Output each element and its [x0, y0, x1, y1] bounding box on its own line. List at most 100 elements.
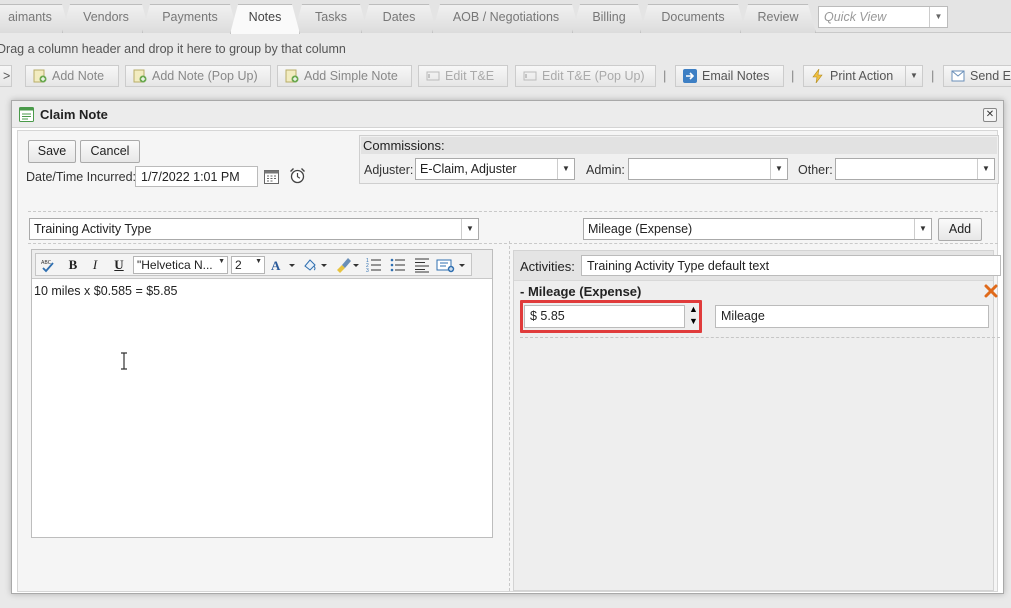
tab-payments[interactable]: Payments — [142, 4, 238, 33]
email-notes-button[interactable]: Email Notes — [675, 65, 784, 87]
align-left-icon[interactable] — [414, 257, 430, 273]
datetime-label: Date/Time Incurred: — [26, 170, 136, 184]
quick-view-placeholder: Quick View — [824, 10, 887, 24]
add-note-label: Add Note — [52, 69, 105, 83]
save-button[interactable]: Save — [28, 140, 76, 163]
add-button[interactable]: Add — [938, 218, 982, 241]
editor-toolbar-group: ABC B I U "Helvetica N... ▼ 2 ▼ A 1 2 3 — [35, 253, 472, 276]
spin-up-icon[interactable]: ▲ — [689, 304, 698, 314]
tab-tasks[interactable]: Tasks — [294, 4, 368, 33]
editor-toolbar: ABC B I U "Helvetica N... ▼ 2 ▼ A 1 2 3 — [32, 250, 492, 279]
dialog-title: Claim Note — [40, 107, 108, 122]
underline-button[interactable]: U — [112, 257, 126, 273]
send-email-label: Send E — [970, 69, 1011, 83]
note-add-icon — [133, 69, 147, 83]
notes-toolbar: > Add Note Add Note (Pop Up) Add Simple … — [0, 64, 1011, 88]
toolbar-separator: | — [791, 68, 795, 83]
note-add-icon — [285, 69, 299, 83]
tab-claimants[interactable]: aimants — [0, 4, 70, 33]
admin-label: Admin: — [586, 163, 625, 177]
font-size-value: 2 — [235, 258, 242, 272]
numbered-list-icon[interactable]: 123 — [366, 257, 382, 273]
datetime-input[interactable]: 1/7/2022 1:01 PM — [135, 166, 258, 187]
activities-header: Activities: Training Activity Type defau… — [514, 251, 1001, 281]
tab-aob-negotiations[interactable]: AOB / Negotiations — [432, 4, 580, 33]
amount-input[interactable]: $ 5.85 — [524, 305, 685, 328]
description-input[interactable]: Mileage — [715, 305, 989, 328]
font-family-select[interactable]: "Helvetica N... ▼ — [133, 256, 228, 274]
calendar-icon[interactable] — [264, 169, 279, 184]
activity-type-select[interactable]: Training Activity Type ▼ — [29, 218, 479, 240]
spellcheck-icon[interactable]: ABC — [40, 257, 56, 273]
chevron-down-icon[interactable]: ▼ — [557, 159, 574, 179]
collapse-button[interactable]: > — [0, 65, 12, 87]
add-note-button[interactable]: Add Note — [25, 65, 119, 87]
section-divider — [28, 211, 998, 212]
alarm-clock-icon[interactable] — [289, 167, 306, 184]
bold-button[interactable]: B — [66, 257, 80, 273]
insert-field-icon[interactable] — [436, 257, 466, 273]
email-notes-label: Email Notes — [702, 69, 770, 83]
edit-icon — [523, 71, 537, 81]
activity-type-value: Training Activity Type — [34, 222, 152, 236]
admin-select[interactable]: ▼ — [628, 158, 788, 180]
font-family-value: "Helvetica N... — [137, 258, 213, 272]
add-note-popup-label: Add Note (Pop Up) — [152, 69, 258, 83]
add-note-popup-button[interactable]: Add Note (Pop Up) — [125, 65, 271, 87]
print-action-button[interactable]: Print Action — [803, 65, 906, 87]
add-simple-note-label: Add Simple Note — [304, 69, 398, 83]
envelope-icon — [951, 70, 965, 82]
toolbar-separator: | — [931, 68, 935, 83]
bulleted-list-icon[interactable] — [390, 257, 406, 273]
close-icon[interactable]: ✕ — [983, 108, 997, 122]
activities-input[interactable]: Training Activity Type default text — [581, 255, 1001, 276]
font-size-select[interactable]: 2 ▼ — [231, 256, 265, 274]
adjuster-select[interactable]: E-Claim, Adjuster ▼ — [415, 158, 575, 180]
tab-billing[interactable]: Billing — [572, 4, 646, 33]
section-divider — [28, 243, 998, 244]
tab-documents[interactable]: Documents — [640, 4, 746, 33]
add-simple-note-button[interactable]: Add Simple Note — [277, 65, 412, 87]
tab-notes[interactable]: Notes — [230, 4, 300, 34]
print-action-dropdown[interactable]: ▼ — [905, 65, 923, 87]
chevron-down-icon[interactable]: ▼ — [255, 258, 262, 265]
quick-view-select[interactable]: Quick View ▼ — [818, 6, 948, 28]
edit-icon — [426, 71, 440, 81]
highlight-color-icon[interactable] — [302, 257, 328, 273]
mileage-title: - Mileage (Expense) — [520, 284, 642, 299]
edit-te-label: Edit T&E — [445, 69, 495, 83]
svg-text:A: A — [271, 258, 281, 273]
font-color-icon[interactable]: A — [270, 257, 296, 273]
other-select[interactable]: ▼ — [835, 158, 995, 180]
dialog-body: Save Cancel Date/Time Incurred: 1/7/2022… — [17, 130, 1001, 592]
clear-format-icon[interactable] — [334, 257, 360, 273]
chevron-down-icon[interactable]: ▼ — [218, 258, 225, 265]
activities-panel: Activities: Training Activity Type defau… — [513, 250, 1001, 591]
italic-button[interactable]: I — [88, 257, 102, 273]
group-hint-text: Drag a column header and drop it here to… — [0, 42, 346, 56]
commissions-panel: Commissions: Adjuster: E-Claim, Adjuster… — [359, 135, 999, 184]
expense-type-select[interactable]: Mileage (Expense) ▼ — [583, 218, 932, 240]
chevron-down-icon[interactable]: ▼ — [770, 159, 787, 179]
text-cursor-icon — [121, 352, 127, 370]
spin-down-icon[interactable]: ▼ — [689, 316, 698, 326]
dialog-titlebar[interactable]: Claim Note ✕ — [12, 101, 1003, 128]
expense-type-value: Mileage (Expense) — [588, 222, 693, 236]
group-by-area[interactable]: Drag a column header and drop it here to… — [0, 38, 1011, 62]
chevron-down-icon[interactable]: ▼ — [914, 219, 931, 239]
tab-review[interactable]: Review — [740, 4, 816, 33]
cancel-button[interactable]: Cancel — [80, 140, 140, 163]
chevron-down-icon[interactable]: ▼ — [929, 7, 947, 27]
arrow-right-icon — [683, 69, 697, 83]
note-add-icon — [33, 69, 47, 83]
adjuster-label: Adjuster: — [364, 163, 414, 177]
send-email-button[interactable]: Send E — [943, 65, 1011, 87]
edit-te-button[interactable]: Edit T&E — [418, 65, 508, 87]
tab-dates[interactable]: Dates — [361, 4, 437, 33]
tab-vendors[interactable]: Vendors — [62, 4, 150, 33]
delete-icon[interactable] — [984, 284, 998, 298]
edit-te-popup-button[interactable]: Edit T&E (Pop Up) — [515, 65, 656, 87]
chevron-down-icon[interactable]: ▼ — [461, 219, 478, 239]
editor-content[interactable]: 10 miles x $0.585 = $5.85 — [34, 284, 178, 298]
chevron-down-icon[interactable]: ▼ — [977, 159, 994, 179]
